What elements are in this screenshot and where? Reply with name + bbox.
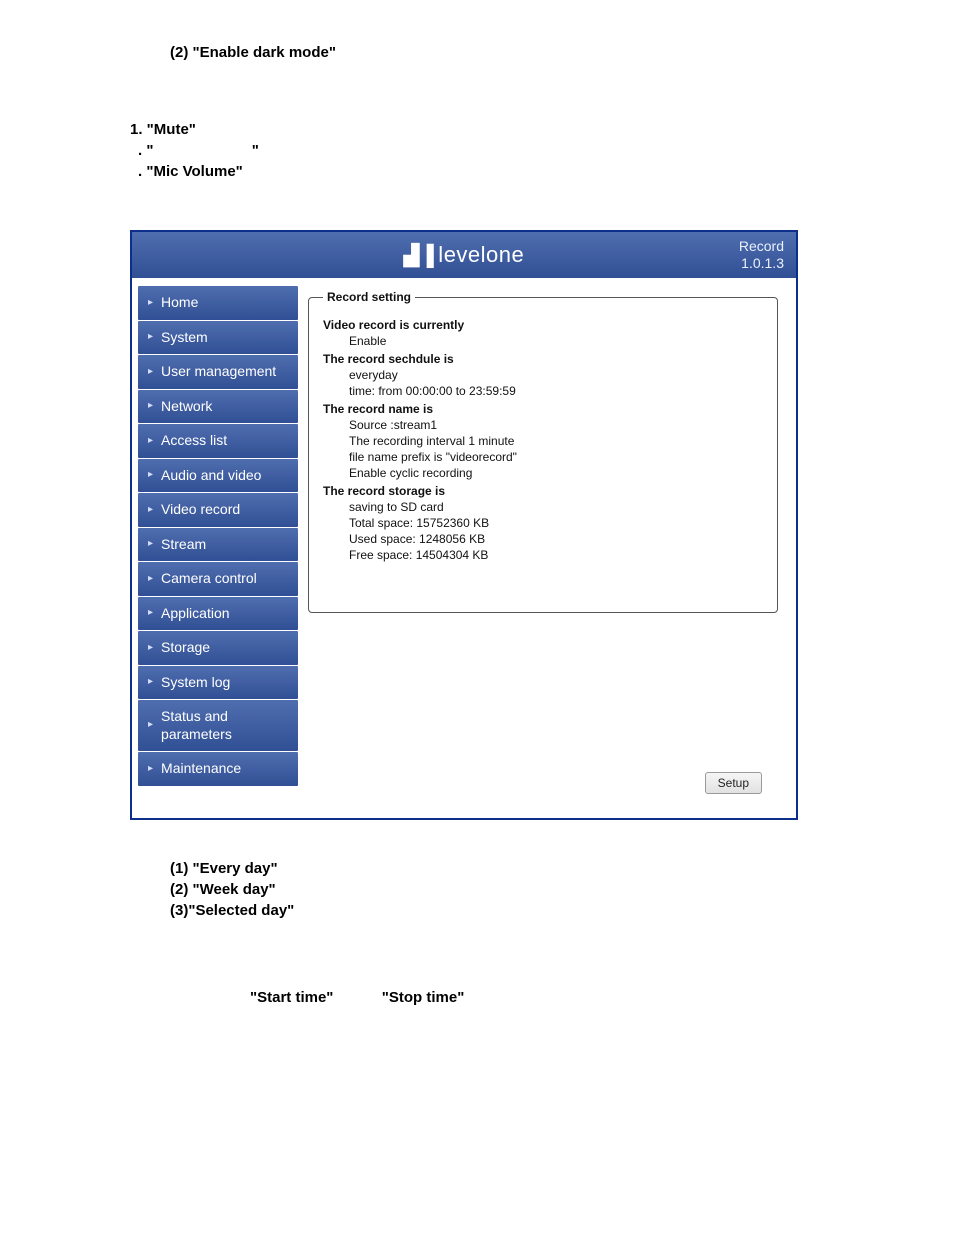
sidebar-item-label: System log — [161, 674, 230, 692]
chevron-right-icon: ▸ — [148, 331, 153, 344]
record-schedule-label: The record sechdule is — [323, 352, 763, 366]
sidebar-item-system[interactable]: ▸ System — [138, 321, 298, 355]
record-source: Source :stream1 — [323, 418, 763, 432]
sidebar-item-home[interactable]: ▸ Home — [138, 286, 298, 320]
doc-text: 1. "Mute" — [130, 121, 824, 138]
record-schedule-value: everyday — [323, 368, 763, 382]
record-setting-fieldset: Record setting Video record is currently… — [308, 290, 778, 613]
sidebar-item-label: Status and parameters — [161, 708, 290, 743]
sidebar-item-label: Storage — [161, 639, 210, 657]
sidebar-item-label: Maintenance — [161, 760, 241, 778]
sidebar-item-video-record[interactable]: ▸ Video record — [138, 493, 298, 527]
brand-logo: ▟▐ levelone — [404, 242, 525, 268]
stop-time-label: "Stop time" — [382, 989, 465, 1006]
chevron-right-icon: ▸ — [148, 400, 153, 413]
doc-text: (2) "Enable dark mode" — [130, 44, 824, 61]
sidebar-item-label: User management — [161, 363, 276, 381]
record-status-value: Enable — [323, 334, 763, 348]
sidebar-item-label: Stream — [161, 536, 206, 554]
setup-button[interactable]: Setup — [705, 772, 762, 794]
app-window: ▟▐ levelone Record 1.0.1.3 ▸ Home ▸ System… — [130, 230, 798, 820]
sidebar: ▸Home ▸System ▸User management ▸Network … — [132, 278, 298, 818]
sidebar-item-label: Network — [161, 398, 212, 416]
chevron-right-icon: ▸ — [148, 538, 153, 551]
sidebar-item-stream[interactable]: ▸ Stream — [138, 528, 298, 562]
chevron-right-icon: ▸ — [148, 573, 153, 586]
record-status-label: Video record is currently — [323, 318, 763, 332]
sidebar-item-label: Video record — [161, 501, 240, 519]
sidebar-item-system-log[interactable]: ▸ System log — [138, 666, 298, 700]
chevron-right-icon: ▸ — [148, 719, 153, 732]
main-panel: Record setting Video record is currently… — [298, 278, 796, 818]
doc-text: . " — [138, 142, 153, 159]
sidebar-item-label: Audio and video — [161, 467, 261, 485]
doc-text: . " " — [130, 142, 824, 159]
record-schedule-time: time: from 00:00:00 to 23:59:59 — [323, 384, 763, 398]
sidebar-item-label: System — [161, 329, 208, 347]
chevron-right-icon: ▸ — [148, 642, 153, 655]
record-interval: The recording interval 1 minute — [323, 434, 763, 448]
header-title: Record — [739, 238, 784, 255]
sidebar-item-camera-control[interactable]: ▸ Camera control — [138, 562, 298, 596]
fieldset-legend: Record setting — [323, 290, 415, 304]
chevron-right-icon: ▸ — [148, 504, 153, 517]
sidebar-item-user-management[interactable]: ▸ User management — [138, 355, 298, 389]
header-info: Record 1.0.1.3 — [739, 238, 784, 272]
brand-text: levelone — [438, 242, 524, 268]
doc-text: . "Mic Volume" — [130, 163, 824, 180]
record-storage-location: saving to SD card — [323, 500, 763, 514]
chevron-right-icon: ▸ — [148, 763, 153, 776]
chevron-right-icon: ▸ — [148, 297, 153, 310]
sidebar-item-label: Application — [161, 605, 230, 623]
sidebar-item-label: Camera control — [161, 570, 257, 588]
record-storage-free: Free space: 14504304 KB — [323, 548, 763, 562]
record-prefix: file name prefix is "videorecord" — [323, 450, 763, 464]
sidebar-item-label: Home — [161, 294, 198, 312]
sidebar-item-access-list[interactable]: ▸ Access list — [138, 424, 298, 458]
doc-text: (3)"Selected day" — [130, 902, 824, 919]
record-storage-total: Total space: 15752360 KB — [323, 516, 763, 530]
chevron-right-icon: ▸ — [148, 676, 153, 689]
sidebar-item-application[interactable]: ▸ Application — [138, 597, 298, 631]
sidebar-item-network[interactable]: ▸ Network — [138, 390, 298, 424]
sidebar-item-maintenance[interactable]: ▸ Maintenance — [138, 752, 298, 786]
sidebar-item-audio-video[interactable]: ▸ Audio and video — [138, 459, 298, 493]
app-header: ▟▐ levelone Record 1.0.1.3 — [132, 232, 796, 278]
chevron-right-icon: ▸ — [148, 366, 153, 379]
record-name-label: The record name is — [323, 402, 763, 416]
chevron-right-icon: ▸ — [148, 469, 153, 482]
sidebar-item-status-parameters[interactable]: ▸ Status and parameters — [138, 700, 298, 751]
chevron-right-icon: ▸ — [148, 435, 153, 448]
record-cyclic: Enable cyclic recording — [323, 466, 763, 480]
header-version: 1.0.1.3 — [739, 255, 784, 272]
doc-text: (2) "Week day" — [130, 881, 824, 898]
record-storage-used: Used space: 1248056 KB — [323, 532, 763, 546]
record-storage-label: The record storage is — [323, 484, 763, 498]
doc-text: (1) "Every day" — [130, 860, 824, 877]
doc-text: "Start time" "Stop time" — [130, 989, 824, 1006]
brand-icon: ▟▐ — [404, 243, 435, 268]
chevron-right-icon: ▸ — [148, 607, 153, 620]
doc-text: " — [252, 142, 259, 159]
sidebar-item-storage[interactable]: ▸ Storage — [138, 631, 298, 665]
sidebar-item-label: Access list — [161, 432, 227, 450]
start-time-label: "Start time" — [250, 989, 333, 1006]
